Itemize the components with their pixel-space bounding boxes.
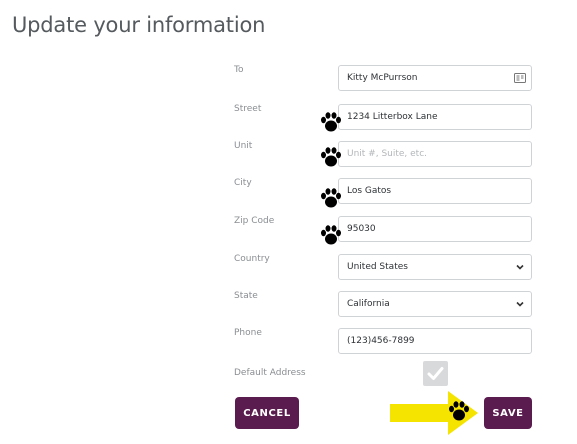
paw-icon	[449, 401, 469, 421]
contact-card-icon[interactable]	[514, 73, 526, 83]
save-button[interactable]: SAVE	[484, 397, 532, 429]
city-label: City	[234, 178, 252, 188]
paw-icon	[321, 225, 341, 245]
to-value: Kitty McPurrson	[347, 73, 418, 83]
default-address-label: Default Address	[234, 368, 306, 378]
country-select[interactable]: United States	[338, 254, 532, 280]
street-row: Street 1234 Litterbox Lane	[0, 104, 577, 134]
unit-field[interactable]: Unit #, Suite, etc.	[338, 141, 532, 167]
paw-icon	[321, 147, 341, 167]
state-label: State	[234, 291, 258, 301]
cancel-button[interactable]: CANCEL	[235, 397, 299, 429]
unit-placeholder: Unit #, Suite, etc.	[347, 149, 428, 159]
phone-value: (123)456-7899	[347, 336, 415, 346]
zip-label: Zip Code	[234, 216, 275, 226]
to-field[interactable]: Kitty McPurrson	[338, 65, 532, 91]
phone-row: Phone (123)456-7899	[0, 328, 577, 358]
state-select[interactable]: California	[338, 291, 532, 317]
unit-label: Unit	[234, 141, 253, 151]
street-label: Street	[234, 104, 262, 114]
zip-row: Zip Code 95030	[0, 216, 577, 246]
to-label: To	[234, 65, 244, 75]
default-address-checkbox[interactable]	[423, 361, 448, 386]
city-row: City Los Gatos	[0, 178, 577, 208]
street-value: 1234 Litterbox Lane	[347, 112, 438, 122]
street-field[interactable]: 1234 Litterbox Lane	[338, 104, 532, 130]
zip-value: 95030	[347, 224, 376, 234]
chevron-down-icon	[516, 301, 524, 307]
state-row: State California	[0, 291, 577, 321]
country-value: United States	[347, 262, 408, 272]
phone-field[interactable]: (123)456-7899	[338, 328, 532, 354]
country-row: Country United States	[0, 254, 577, 284]
city-value: Los Gatos	[347, 186, 392, 196]
paw-icon	[321, 188, 341, 208]
state-value: California	[347, 299, 390, 309]
to-row: To Kitty McPurrson	[0, 65, 577, 95]
checkmark-icon	[427, 367, 444, 380]
chevron-down-icon	[516, 264, 524, 270]
unit-row: Unit Unit #, Suite, etc.	[0, 141, 577, 171]
zip-field[interactable]: 95030	[338, 216, 532, 242]
country-label: Country	[234, 254, 270, 264]
city-field[interactable]: Los Gatos	[338, 178, 532, 204]
paw-icon	[321, 112, 341, 132]
page-title: Update your information	[12, 13, 266, 37]
phone-label: Phone	[234, 328, 262, 338]
